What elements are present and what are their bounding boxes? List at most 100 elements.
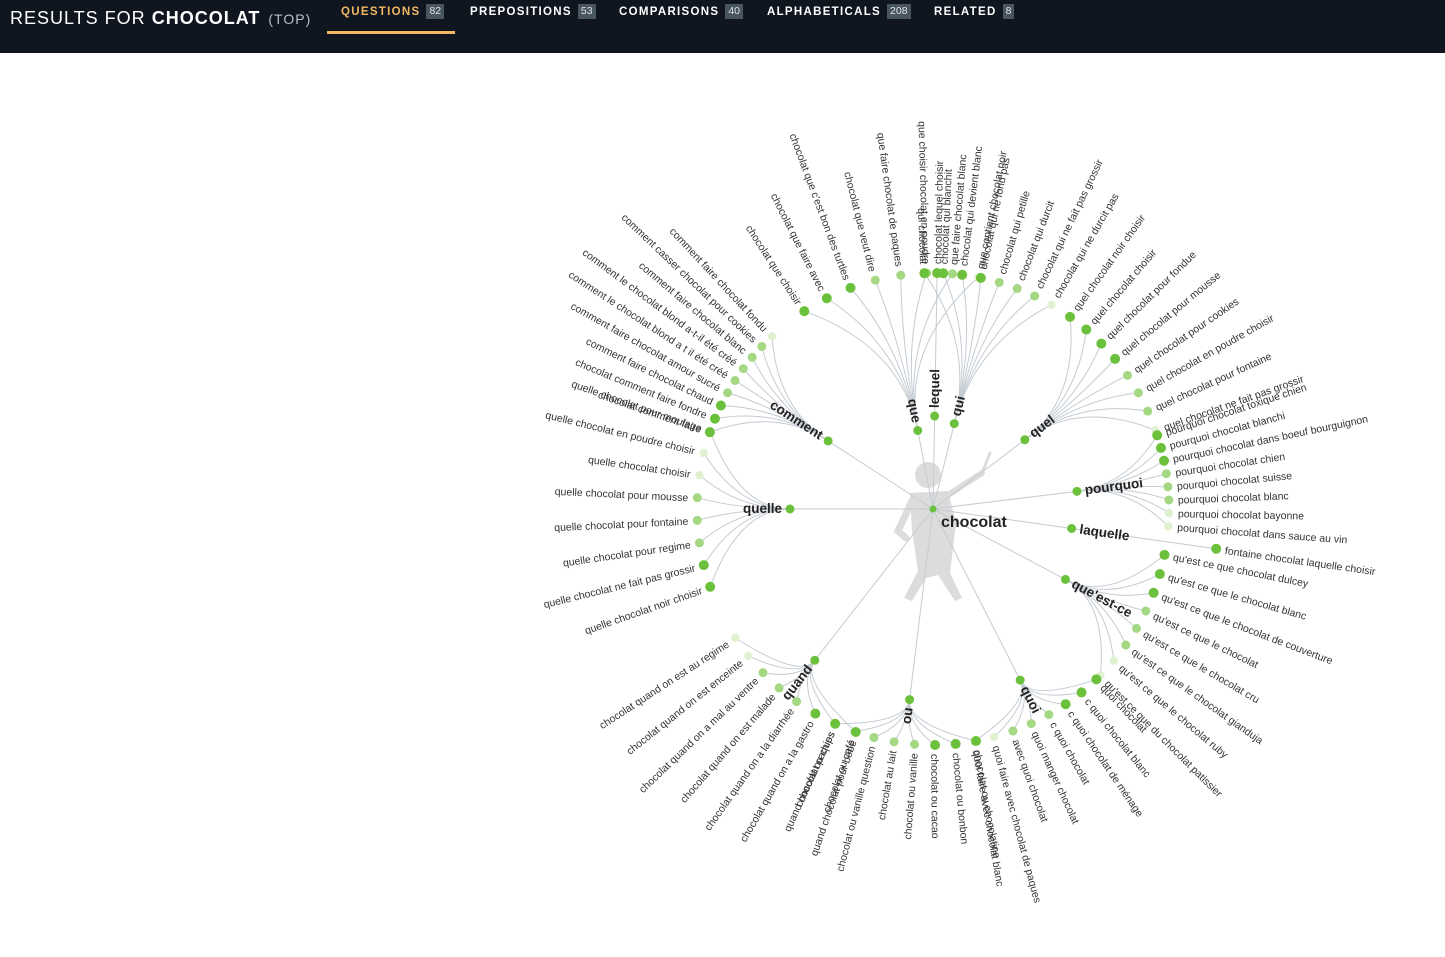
branch-lequel-node[interactable] [930, 411, 940, 421]
branch-laquelle-node[interactable] [1067, 523, 1077, 533]
branch-que-est-ce-label[interactable]: que'est-ce [1069, 576, 1135, 621]
leaf-node[interactable] [1161, 469, 1171, 479]
leaf-node[interactable] [1159, 549, 1170, 560]
leaf-node[interactable] [744, 651, 753, 661]
leaf-node[interactable] [896, 270, 906, 280]
branch-quelle-label[interactable]: quelle [743, 501, 783, 516]
branch-qui-label[interactable]: qui [948, 394, 967, 417]
leaf-node[interactable] [845, 282, 856, 293]
leaf-node[interactable] [1081, 324, 1092, 335]
leaf-node[interactable] [971, 736, 982, 747]
leaf-node[interactable] [950, 738, 961, 749]
leaf-node[interactable] [1155, 442, 1166, 453]
leaf-node[interactable] [1110, 353, 1121, 364]
leaf-label-que-faire-chocolat-de-paques[interactable]: que faire chocolat de paques [874, 132, 904, 267]
leaf-node[interactable] [1152, 430, 1163, 441]
leaf-node[interactable] [1026, 719, 1036, 729]
leaf-node[interactable] [767, 332, 777, 341]
leaf-node[interactable] [1143, 406, 1153, 416]
leaf-node[interactable] [1076, 687, 1087, 698]
leaf-node[interactable] [919, 268, 930, 279]
branch-quand-node[interactable] [810, 655, 820, 665]
leaf-node[interactable] [799, 306, 810, 317]
leaf-node[interactable] [1096, 338, 1107, 349]
leaf-node[interactable] [738, 364, 748, 374]
leaf-node[interactable] [1047, 300, 1056, 310]
branch-quel-node[interactable] [1020, 435, 1030, 445]
leaf-node[interactable] [994, 277, 1004, 287]
leaf-node[interactable] [1008, 726, 1018, 736]
leaf-node[interactable] [850, 727, 861, 738]
branch-quel-label[interactable]: quel [1026, 412, 1057, 441]
leaf-node[interactable] [1164, 495, 1174, 505]
leaf-node[interactable] [989, 732, 999, 742]
branch-qui-node[interactable] [949, 419, 959, 429]
leaf-node[interactable] [715, 400, 726, 411]
leaf-node[interactable] [692, 515, 702, 525]
leaf-node[interactable] [821, 293, 832, 304]
leaf-label-chocolat-ou-vanille[interactable]: chocolat ou vanille [902, 753, 921, 840]
leaf-node[interactable] [948, 269, 958, 279]
leaf-node[interactable] [730, 375, 740, 385]
leaf-node[interactable] [757, 342, 767, 352]
leaf-label-qui-chocolat[interactable]: qui chocolat [915, 208, 929, 265]
leaf-node[interactable] [1065, 311, 1076, 322]
branch-quoi-node[interactable] [1015, 675, 1025, 685]
tab-alphabeticals[interactable]: ALPHABETICALS 208 [767, 0, 911, 34]
leaf-node[interactable] [1132, 623, 1142, 633]
leaf-node[interactable] [810, 708, 821, 719]
leaf-node[interactable] [694, 538, 704, 548]
leaf-node[interactable] [870, 275, 880, 285]
leaf-label-pourquoi-chocolat-dans-sauce-au-vin[interactable]: pourquoi chocolat dans sauce au vin [1177, 522, 1348, 546]
branch-que-label[interactable]: que [905, 398, 924, 425]
branch-ou-node[interactable] [905, 695, 915, 705]
leaf-label-chocolat-que-veut-dire[interactable]: chocolat que veut dire [841, 171, 878, 274]
leaf-label-chocolat-que-c-est-bon-des-turtles[interactable]: chocolat que c'est bon des turtles [786, 132, 852, 282]
branch-lequel-label[interactable]: lequel [927, 369, 943, 408]
leaf-node[interactable] [704, 427, 715, 438]
leaf-node[interactable] [1012, 284, 1022, 294]
leaf-node[interactable] [1133, 388, 1143, 398]
leaf-node[interactable] [1163, 482, 1173, 492]
leaf-node[interactable] [731, 633, 740, 643]
leaf-node[interactable] [1091, 674, 1102, 685]
leaf-node[interactable] [909, 739, 919, 749]
leaf-label-chocolat-au-lait[interactable]: chocolat au lait [876, 750, 899, 821]
leaf-label-chocolat-ou-cacao[interactable]: chocolat ou cacao [928, 754, 941, 839]
leaf-node[interactable] [938, 268, 949, 279]
leaf-node[interactable] [889, 737, 899, 747]
leaf-node[interactable] [975, 272, 986, 283]
leaf-node[interactable] [1164, 508, 1174, 518]
leaf-node[interactable] [1109, 656, 1118, 665]
leaf-node[interactable] [1141, 606, 1151, 616]
leaf-node[interactable] [1060, 699, 1071, 710]
leaf-node[interactable] [698, 560, 709, 571]
leaf-node[interactable] [1211, 543, 1222, 554]
branch-pourquoi-node[interactable] [1072, 486, 1082, 496]
leaf-node[interactable] [1044, 710, 1054, 720]
leaf-node[interactable] [1030, 291, 1040, 301]
leaf-node[interactable] [723, 388, 733, 398]
leaf-node[interactable] [957, 269, 968, 280]
branch-ou-label[interactable]: ou [899, 707, 916, 725]
leaf-label-quelle-chocolat-pour-mousse[interactable]: quelle chocolat pour mousse [554, 486, 688, 504]
leaf-node[interactable] [692, 493, 702, 503]
leaf-node[interactable] [705, 581, 716, 592]
leaf-node[interactable] [1121, 640, 1131, 650]
leaf-node[interactable] [1154, 569, 1165, 580]
leaf-node[interactable] [699, 448, 708, 458]
tab-related[interactable]: RELATED 8 [934, 0, 1015, 34]
leaf-node[interactable] [830, 718, 841, 729]
branch-que-node[interactable] [913, 425, 923, 435]
branch-que-est-ce-node[interactable] [1060, 574, 1070, 584]
leaf-label-quelle-chocolat-pour-fontaine[interactable]: quelle chocolat pour fontaine [554, 516, 689, 534]
leaf-node[interactable] [1122, 370, 1132, 380]
leaf-node[interactable] [747, 352, 757, 362]
tab-questions[interactable]: QUESTIONS 82 [327, 0, 455, 34]
branch-comment-label[interactable]: comment [767, 397, 826, 443]
branch-laquelle-label[interactable]: laquelle [1079, 522, 1131, 544]
leaf-node[interactable] [869, 732, 879, 742]
leaf-node[interactable] [1148, 587, 1159, 598]
leaf-node[interactable] [1159, 455, 1170, 466]
leaf-label-quelle-chocolat-choisir[interactable]: quelle chocolat choisir [587, 454, 691, 481]
